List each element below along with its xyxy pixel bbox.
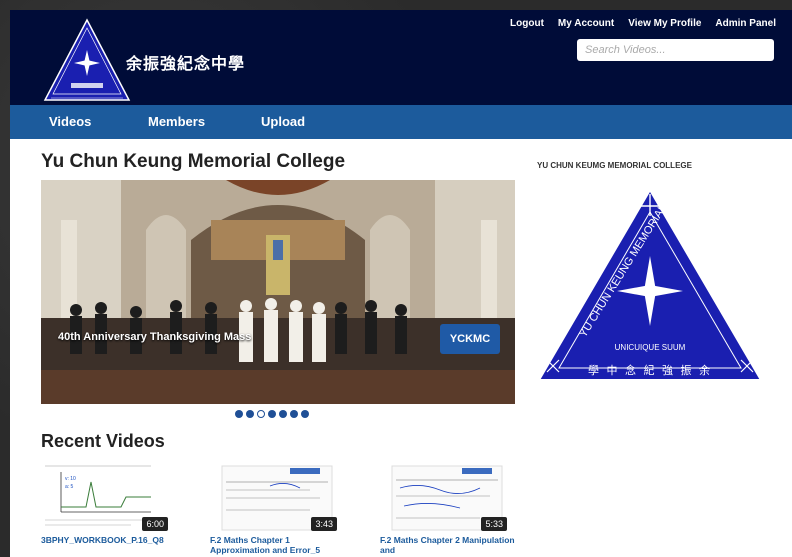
admin-panel-link[interactable]: Admin Panel [715, 18, 776, 29]
carousel-slide-image [41, 180, 515, 404]
video-title[interactable]: 3BPHY_WORKBOOK_P.16_Q8 [41, 535, 181, 545]
search-input[interactable] [577, 39, 774, 61]
school-crest-logo[interactable] [41, 16, 133, 104]
carousel-indicators [235, 410, 309, 418]
crest-chinese: 學 中 念 紀 強 振 余 [588, 363, 712, 377]
carousel-yckmc-button[interactable]: YCKMC [440, 324, 500, 354]
carousel-caption: 40th Anniversary Thanksgiving Mass [58, 331, 252, 343]
recent-videos-heading: Recent Videos [41, 431, 165, 451]
logout-link[interactable]: Logout [510, 18, 544, 29]
video-title[interactable]: F.2 Maths Chapter 2 Manipulation and [380, 535, 520, 555]
carousel-dot[interactable] [301, 410, 309, 418]
video-duration: 3:43 [311, 517, 337, 531]
page-title: Yu Chun Keung Memorial College [41, 151, 346, 172]
sidebar-title: YU CHUN KEUMG MEMORIAL COLLEGE [537, 161, 692, 170]
site-name: 余振強紀念中學 [126, 54, 246, 73]
carousel-dot[interactable] [235, 410, 243, 418]
video-duration: 5:33 [481, 517, 507, 531]
video-duration: 6:00 [142, 517, 168, 531]
carousel-dot[interactable] [246, 410, 254, 418]
view-profile-link[interactable]: View My Profile [628, 18, 701, 29]
nav-members[interactable]: Members [148, 114, 205, 129]
page-frame: 余振強紀念中學 Logout My Account View My Profil… [10, 10, 792, 557]
video-card[interactable]: 5:33 F.2 Maths Chapter 2 Manipulation an… [380, 462, 520, 555]
carousel-dot[interactable] [257, 410, 265, 418]
video-card[interactable]: 3:43 F.2 Maths Chapter 1 Approximation a… [210, 462, 350, 555]
svg-text:v: 10: v: 10 [65, 476, 76, 482]
school-crest-large: UNICUIQUE SUUM 學 中 念 紀 強 振 余 YU CHUN KEU… [537, 186, 763, 381]
carousel-dot[interactable] [268, 410, 276, 418]
svg-text:a: 5: a: 5 [65, 484, 74, 490]
video-thumbnail[interactable]: 5:33 [380, 462, 510, 534]
crest-motto: UNICUIQUE SUUM [615, 343, 686, 352]
site-header: 余振強紀念中學 Logout My Account View My Profil… [10, 10, 792, 105]
nav-upload[interactable]: Upload [261, 114, 305, 129]
video-card[interactable]: v: 10 a: 5 6:00 3BPHY_WORKBOOK_P.16_Q8 [41, 462, 181, 545]
main-nav: Videos Members Upload [10, 105, 792, 139]
top-links: Logout My Account View My Profile Admin … [510, 18, 776, 29]
video-title[interactable]: F.2 Maths Chapter 1 Approximation and Er… [210, 535, 350, 555]
carousel-dot[interactable] [279, 410, 287, 418]
video-thumbnail[interactable]: 3:43 [210, 462, 340, 534]
featured-carousel[interactable]: 40th Anniversary Thanksgiving Mass YCKMC [41, 180, 515, 404]
carousel-dot[interactable] [290, 410, 298, 418]
video-thumbnail[interactable]: v: 10 a: 5 6:00 [41, 462, 171, 534]
nav-videos[interactable]: Videos [49, 114, 91, 129]
my-account-link[interactable]: My Account [558, 18, 614, 29]
